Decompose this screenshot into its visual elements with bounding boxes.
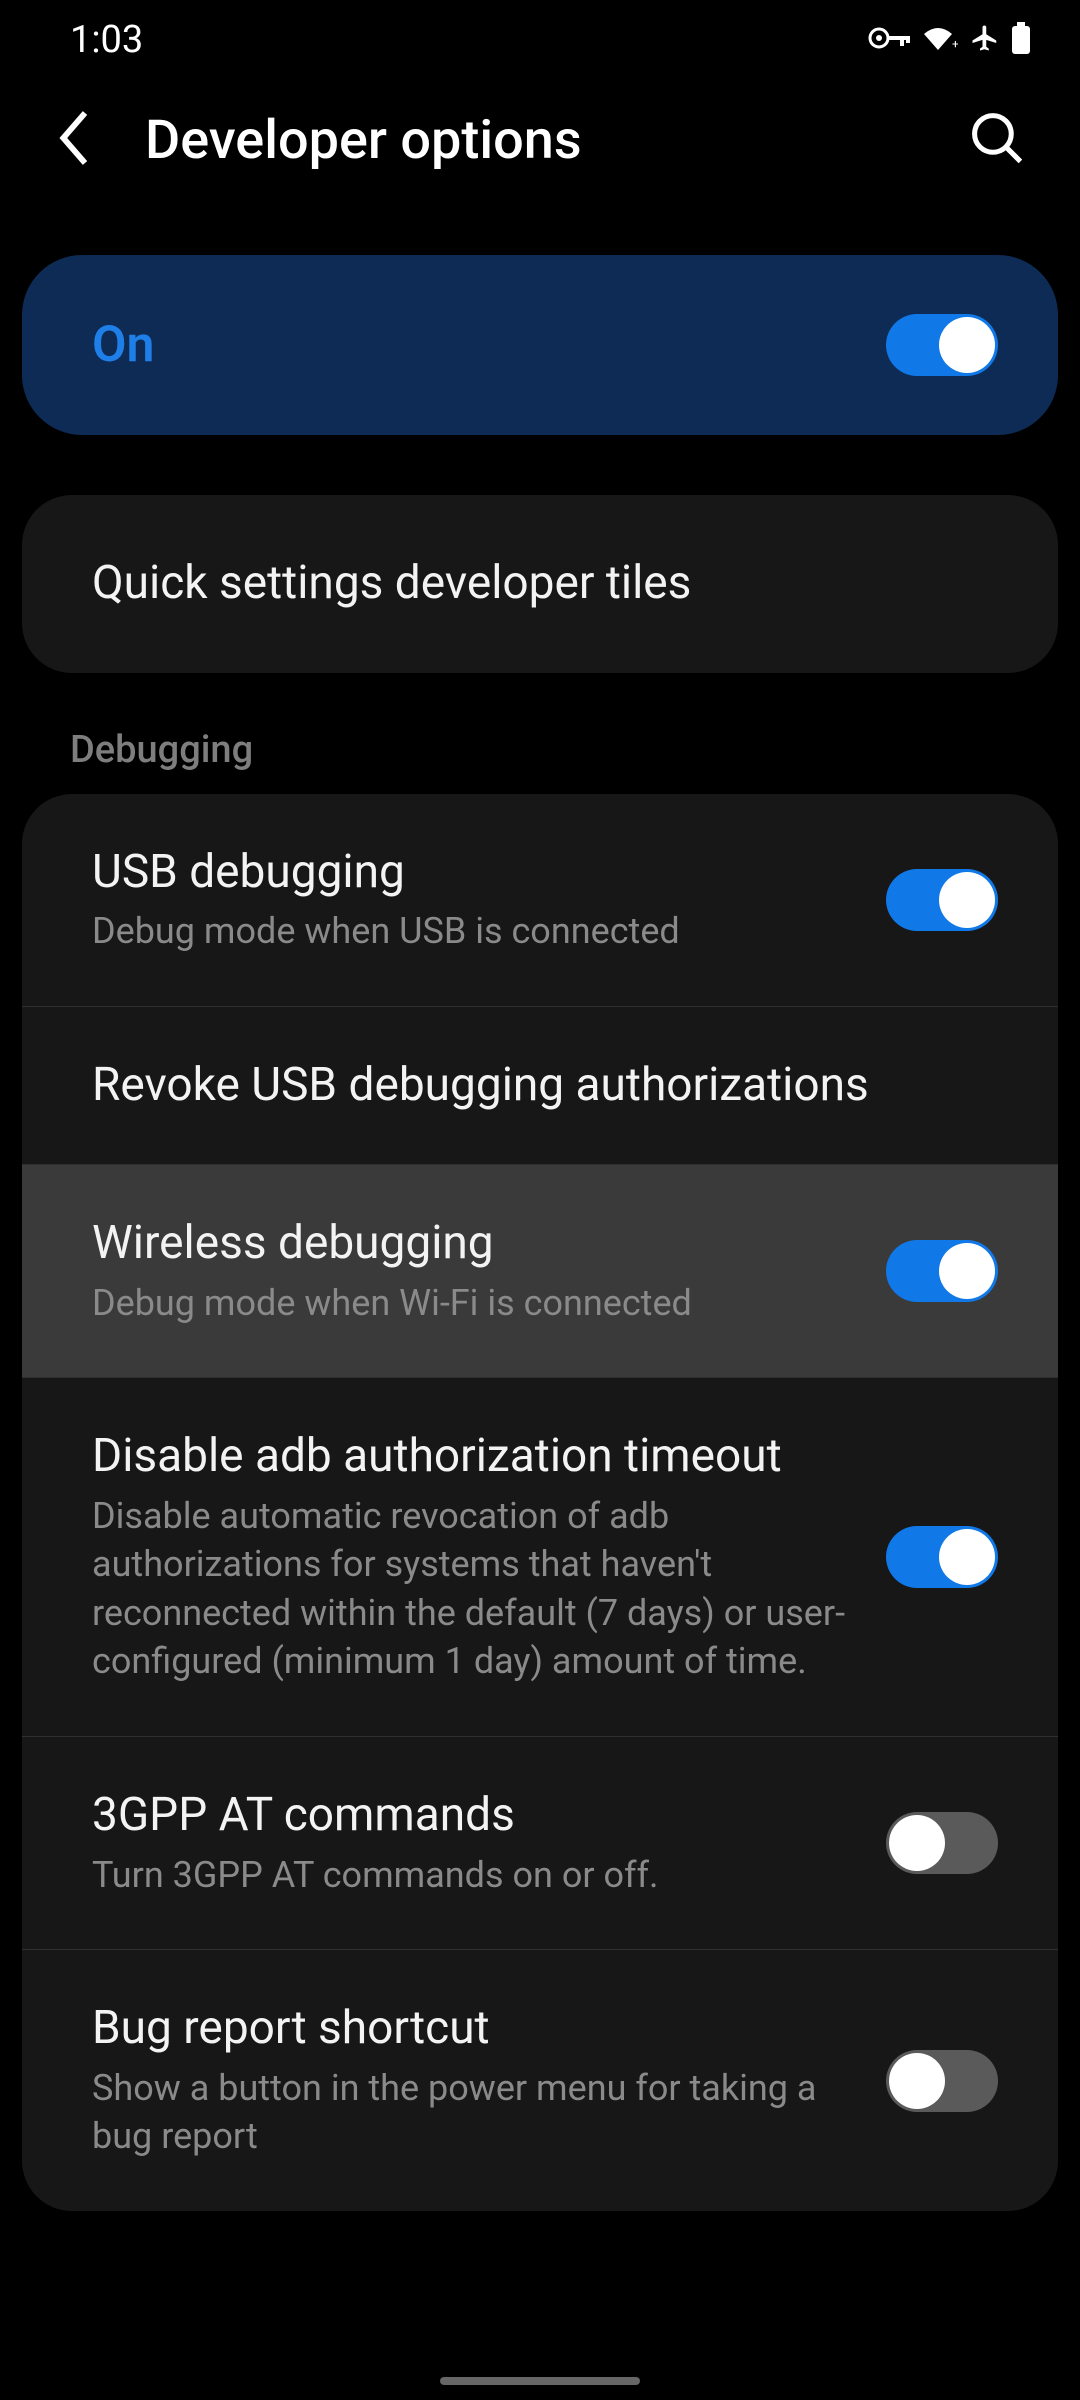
item-subtitle: Debug mode when Wi-Fi is connected <box>92 1279 846 1328</box>
master-toggle-label: On <box>92 316 154 374</box>
vpn-key-icon <box>868 26 910 54</box>
app-header: Developer options <box>0 80 1080 200</box>
usb-debugging-toggle[interactable] <box>886 869 998 931</box>
battery-icon <box>1012 22 1030 58</box>
gpp-at-commands-item[interactable]: 3GPP AT commands Turn 3GPP AT commands o… <box>22 1736 1058 1949</box>
back-icon[interactable] <box>55 108 95 172</box>
item-subtitle: Debug mode when USB is connected <box>92 907 846 956</box>
item-title: USB debugging <box>92 844 846 902</box>
revoke-usb-item[interactable]: Revoke USB debugging authorizations <box>22 1006 1058 1165</box>
gesture-bar[interactable] <box>440 2377 640 2385</box>
wireless-debugging-toggle[interactable] <box>886 1240 998 1302</box>
status-bar: 1:03 + <box>0 0 1080 80</box>
item-title: Revoke USB debugging authorizations <box>92 1057 958 1115</box>
master-toggle-card[interactable]: On <box>22 255 1058 435</box>
debugging-card: USB debugging Debug mode when USB is con… <box>22 794 1058 2211</box>
status-time: 1:03 <box>70 18 143 62</box>
item-subtitle: Turn 3GPP AT commands on or off. <box>92 1851 846 1900</box>
item-subtitle: Show a button in the power menu for taki… <box>92 2064 846 2161</box>
wireless-debugging-item[interactable]: Wireless debugging Debug mode when Wi-Fi… <box>22 1164 1058 1377</box>
item-title: Wireless debugging <box>92 1215 846 1273</box>
item-title: Disable adb authorization timeout <box>92 1428 846 1486</box>
item-title: 3GPP AT commands <box>92 1787 846 1845</box>
quick-settings-tiles-item[interactable]: Quick settings developer tiles <box>22 495 1058 673</box>
usb-debugging-item[interactable]: USB debugging Debug mode when USB is con… <box>22 794 1058 1006</box>
item-title: Bug report shortcut <box>92 2000 846 2058</box>
item-subtitle: Disable automatic revocation of adb auth… <box>92 1492 846 1686</box>
disable-adb-timeout-item[interactable]: Disable adb authorization timeout Disabl… <box>22 1377 1058 1736</box>
item-title: Quick settings developer tiles <box>92 555 958 613</box>
status-icons: + <box>868 22 1030 58</box>
gpp-at-commands-toggle[interactable] <box>886 1812 998 1874</box>
section-header-debugging: Debugging <box>70 728 1080 772</box>
airplane-icon <box>970 23 1000 57</box>
quick-tiles-card: Quick settings developer tiles <box>22 495 1058 673</box>
search-icon[interactable] <box>970 111 1025 170</box>
page-title: Developer options <box>145 109 920 172</box>
bug-report-shortcut-toggle[interactable] <box>886 2050 998 2112</box>
bug-report-shortcut-item[interactable]: Bug report shortcut Show a button in the… <box>22 1949 1058 2211</box>
disable-adb-timeout-toggle[interactable] <box>886 1526 998 1588</box>
wifi-icon: + <box>922 24 958 56</box>
svg-text:+: + <box>952 37 958 51</box>
master-toggle-switch[interactable] <box>886 314 998 376</box>
